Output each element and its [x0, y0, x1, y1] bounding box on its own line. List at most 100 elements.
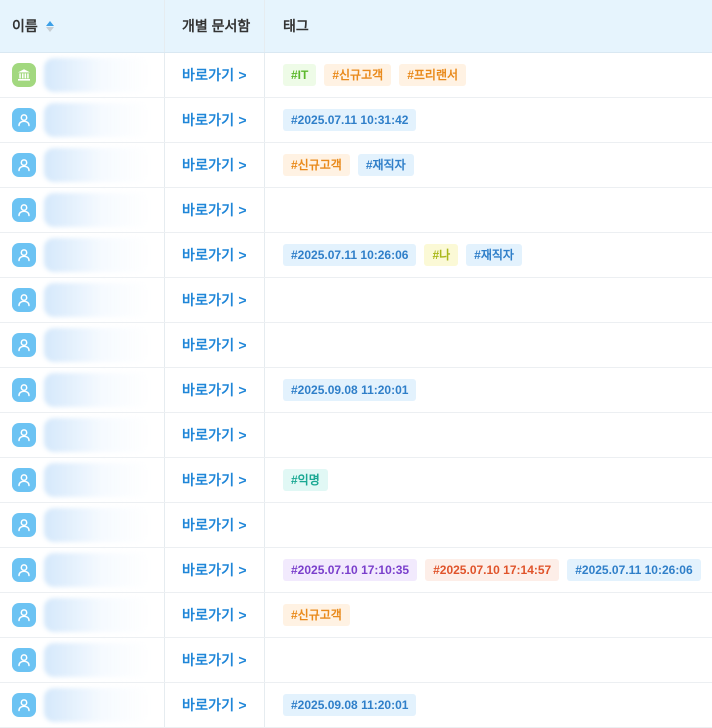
tags-cell: #익명	[265, 458, 712, 502]
table-row: 바로가기 >	[0, 638, 712, 683]
avatar	[12, 513, 36, 537]
tag-badge: #익명	[283, 469, 328, 491]
user-icon	[16, 112, 32, 128]
shortcut-link[interactable]: 바로가기 >	[182, 200, 247, 220]
name-cell	[0, 413, 165, 457]
user-icon	[16, 607, 32, 623]
redacted-name	[44, 598, 150, 632]
user-icon	[16, 337, 32, 353]
tags-cell: #2025.09.08 11:20:01	[265, 368, 712, 412]
table-row: 바로가기 > #2025.07.11 10:26:06 #나 #재직자	[0, 233, 712, 278]
redacted-name	[44, 553, 150, 587]
tags-cell	[265, 323, 712, 367]
name-cell	[0, 233, 165, 277]
redacted-name	[44, 688, 150, 722]
shortcut-link[interactable]: 바로가기 >	[182, 335, 247, 355]
name-cell	[0, 278, 165, 322]
user-icon	[16, 517, 32, 533]
tag-badge: #IT	[283, 64, 317, 86]
name-cell	[0, 368, 165, 412]
table-row: 바로가기 > #2025.09.08 11:20:01	[0, 368, 712, 413]
avatar	[12, 198, 36, 222]
table-row: 바로가기 > #2025.07.10 17:10:35 #2025.07.10 1…	[0, 548, 712, 593]
tags-cell: #2025.07.11 10:26:06 #나 #재직자	[265, 233, 712, 277]
shortcut-link[interactable]: 바로가기 >	[182, 65, 247, 85]
shortcut-link[interactable]: 바로가기 >	[182, 515, 247, 535]
redacted-name	[44, 148, 150, 182]
doc-cell: 바로가기 >	[165, 323, 265, 367]
table-row: 바로가기 >	[0, 413, 712, 458]
shortcut-link[interactable]: 바로가기 >	[182, 560, 247, 580]
redacted-name	[44, 328, 150, 362]
doc-cell: 바로가기 >	[165, 98, 265, 142]
shortcut-link[interactable]: 바로가기 >	[182, 605, 247, 625]
redacted-name	[44, 463, 150, 497]
shortcut-link[interactable]: 바로가기 >	[182, 650, 247, 670]
name-cell	[0, 53, 165, 97]
tag-badge: #재직자	[466, 244, 522, 266]
redacted-name	[44, 418, 150, 452]
tag-badge: #신규고객	[283, 604, 350, 626]
doc-cell: 바로가기 >	[165, 233, 265, 277]
doc-cell: 바로가기 >	[165, 53, 265, 97]
tag-badge: #2025.07.11 10:31:42	[283, 109, 417, 131]
header-doc-label: 개별 문서함	[182, 18, 251, 34]
header-doc: 개별 문서함	[165, 0, 265, 52]
avatar	[12, 63, 36, 87]
tags-cell: #신규고객	[265, 593, 712, 637]
shortcut-link[interactable]: 바로가기 >	[182, 425, 247, 445]
shortcut-link[interactable]: 바로가기 >	[182, 155, 247, 175]
header-tags: 태그	[265, 0, 712, 52]
table-row: 바로가기 > #신규고객	[0, 593, 712, 638]
avatar	[12, 108, 36, 132]
shortcut-link[interactable]: 바로가기 >	[182, 470, 247, 490]
avatar	[12, 423, 36, 447]
user-icon	[16, 562, 32, 578]
tags-cell	[265, 413, 712, 457]
tags-cell	[265, 188, 712, 232]
user-icon	[16, 427, 32, 443]
shortcut-link[interactable]: 바로가기 >	[182, 245, 247, 265]
shortcut-link[interactable]: 바로가기 >	[182, 290, 247, 310]
avatar	[12, 333, 36, 357]
tag-badge: #나	[424, 244, 459, 266]
name-cell	[0, 593, 165, 637]
avatar	[12, 243, 36, 267]
tag-badge: #2025.07.10 17:14:57	[425, 559, 560, 581]
table-row: 바로가기 > #IT #신규고객 #프리랜서	[0, 53, 712, 98]
avatar	[12, 648, 36, 672]
doc-cell: 바로가기 >	[165, 278, 265, 322]
shortcut-link[interactable]: 바로가기 >	[182, 380, 247, 400]
tags-cell: #2025.07.10 17:10:35 #2025.07.10 17:14:57…	[265, 548, 712, 592]
avatar	[12, 153, 36, 177]
sort-icon[interactable]	[45, 20, 54, 32]
table-row: 바로가기 > #신규고객 #재직자	[0, 143, 712, 188]
doc-cell: 바로가기 >	[165, 143, 265, 187]
table-row: 바로가기 > #2025.09.08 11:20:01	[0, 683, 712, 728]
tag-badge: #프리랜서	[399, 64, 467, 86]
shortcut-link[interactable]: 바로가기 >	[182, 110, 247, 130]
avatar	[12, 693, 36, 717]
tag-badge: #신규고객	[324, 64, 392, 86]
header-name[interactable]: 이름	[0, 0, 165, 52]
user-icon	[16, 292, 32, 308]
doc-cell: 바로가기 >	[165, 503, 265, 547]
redacted-name	[44, 193, 150, 227]
table-row: 바로가기 >	[0, 503, 712, 548]
shortcut-link[interactable]: 바로가기 >	[182, 695, 247, 715]
redacted-name	[44, 238, 150, 272]
table-row: 바로가기 >	[0, 188, 712, 233]
name-cell	[0, 638, 165, 682]
user-icon	[16, 247, 32, 263]
table-body: 바로가기 > #IT #신규고객 #프리랜서 바로가기 > #2025.07.11 …	[0, 53, 712, 728]
name-cell	[0, 458, 165, 502]
user-icon	[16, 472, 32, 488]
tags-cell	[265, 638, 712, 682]
avatar	[12, 603, 36, 627]
redacted-name	[44, 643, 150, 677]
name-cell	[0, 683, 165, 727]
redacted-name	[44, 373, 150, 407]
tag-badge: #2025.07.10 17:10:35	[283, 559, 418, 581]
user-icon	[16, 697, 32, 713]
bank-icon	[16, 67, 32, 83]
